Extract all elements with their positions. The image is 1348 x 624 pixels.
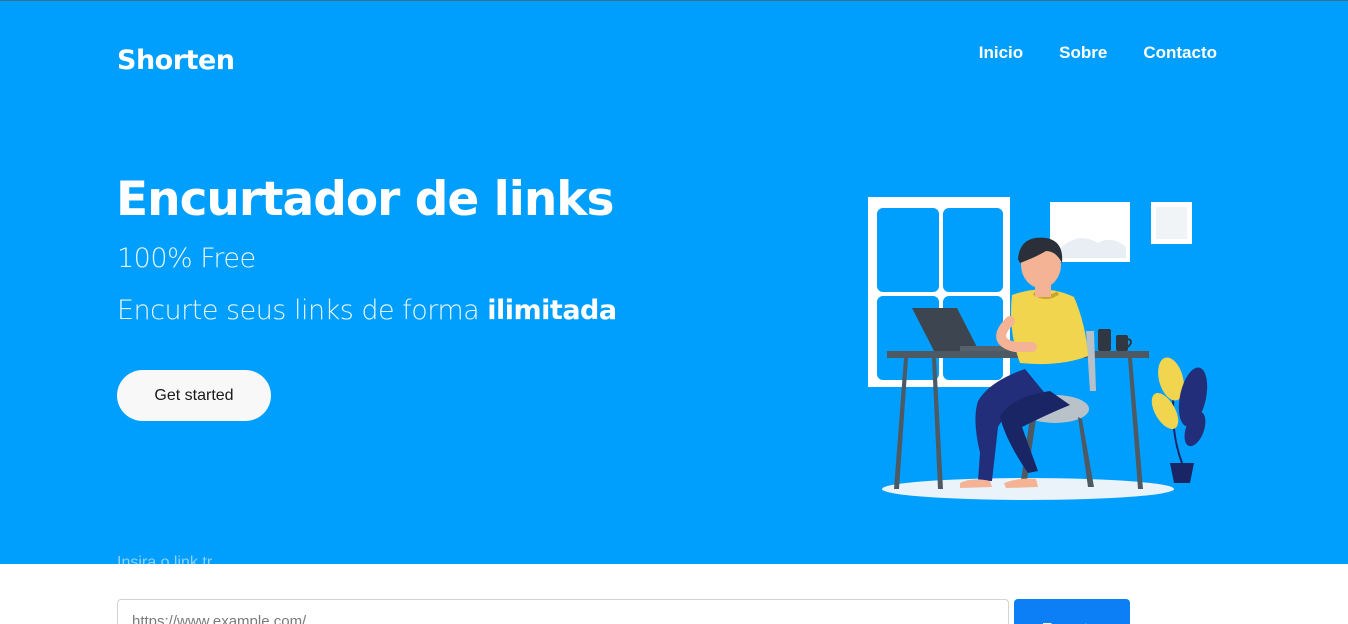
input-label-partial: Insira o link tr <box>117 554 213 564</box>
shorten-button[interactable]: Encurtar <box>1014 599 1130 624</box>
hero-title: Encurtador de links <box>116 172 615 227</box>
hero-section: Shorten Inicio Sobre Contacto Encurtador… <box>0 1 1348 564</box>
cup-2 <box>1116 335 1128 351</box>
url-input[interactable] <box>117 599 1009 624</box>
person-shirt <box>1011 289 1088 365</box>
workspace-illustration <box>868 197 1208 500</box>
window-pane-1 <box>877 208 939 292</box>
nav-item-sobre[interactable]: Sobre <box>1059 43 1107 63</box>
cup-1 <box>1098 329 1111 351</box>
brand-logo[interactable]: Shorten <box>117 45 235 76</box>
get-started-button[interactable]: Get started <box>117 370 271 421</box>
hero-tagline-bold: ilimitada <box>487 295 617 326</box>
plant-pot <box>1170 463 1194 483</box>
window-pane-2 <box>943 208 1003 292</box>
hero-tagline-text: Encurte seus links de forma <box>117 295 488 326</box>
hero-tagline: Encurte seus links de forma ilimitada <box>117 295 617 326</box>
nav-item-inicio[interactable]: Inicio <box>979 43 1023 63</box>
main-nav: Inicio Sobre Contacto <box>979 43 1217 63</box>
hero-subtitle: 100% Free <box>117 243 256 274</box>
nav-item-contacto[interactable]: Contacto <box>1143 43 1217 63</box>
